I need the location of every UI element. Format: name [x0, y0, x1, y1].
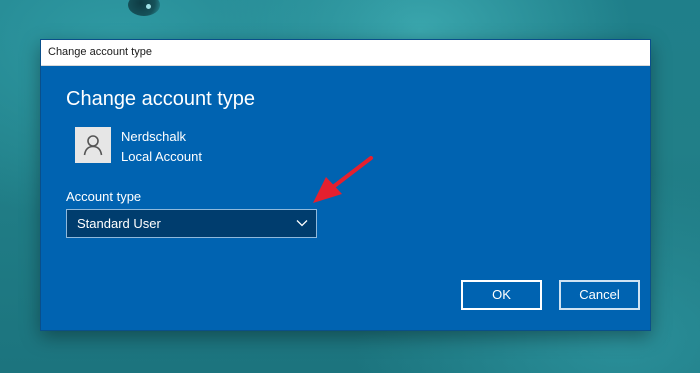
change-account-type-dialog: Change account type Change account type … — [40, 39, 651, 331]
user-avatar — [75, 127, 111, 163]
person-icon — [83, 135, 103, 156]
ok-button[interactable]: OK — [461, 280, 542, 310]
cancel-button[interactable]: Cancel — [559, 280, 640, 310]
dialog-heading: Change account type — [66, 88, 256, 110]
annotation-arrow-icon — [313, 156, 373, 203]
window-titlebar[interactable]: Change account type — [41, 40, 650, 66]
user-account-kind: Local Account — [121, 149, 202, 164]
desktop-background-shape — [128, 0, 160, 16]
desktop-background-highlight — [146, 4, 151, 9]
chevron-down-icon — [296, 220, 308, 227]
account-type-label: Account type — [66, 189, 142, 204]
account-type-dropdown[interactable]: Standard User — [66, 209, 317, 238]
user-name: Nerdschalk — [121, 129, 187, 144]
window-title: Change account type — [48, 46, 152, 58]
account-type-selected-value: Standard User — [77, 216, 161, 231]
